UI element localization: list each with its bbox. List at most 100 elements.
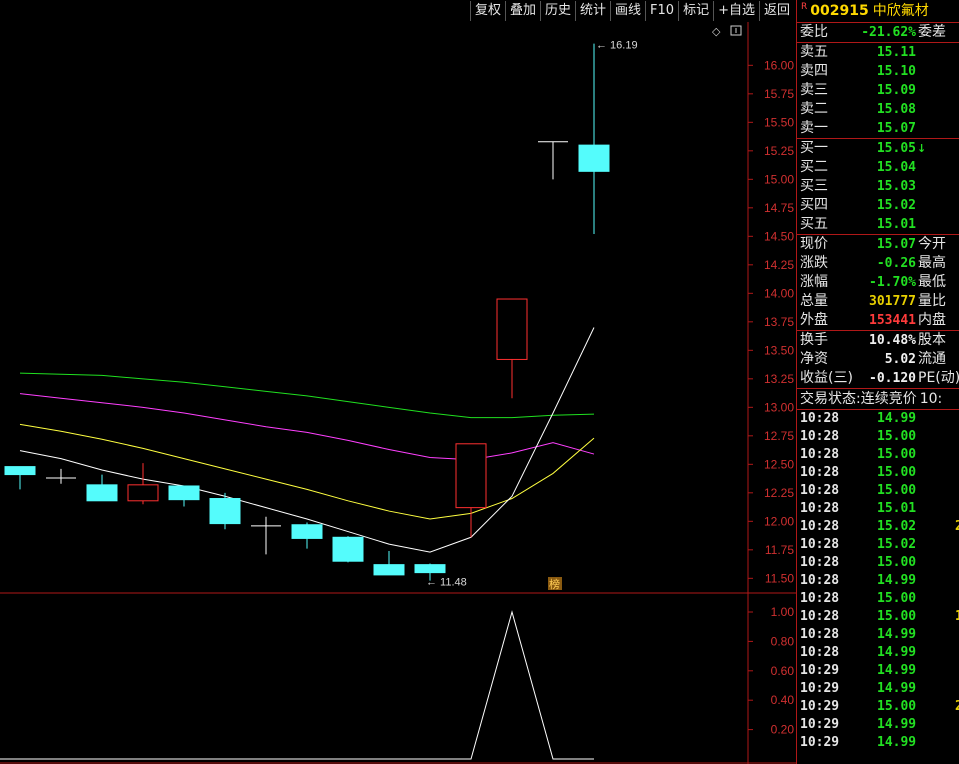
trade-price: 14.99: [877, 717, 917, 732]
trade-price: 15.00: [877, 465, 917, 480]
buys-row: 买三 15.03: [797, 177, 959, 196]
trade-row: 10:28 14.99: [797, 644, 959, 662]
sells-row: 卖五 15.11: [797, 43, 959, 62]
kline-chart[interactable]: 16.00 15.75 15.50 15.25 15.00 14.75 14.50 14.25…: [0, 22, 796, 764]
trade-row: 10:28 15.00 1: [797, 608, 959, 626]
quote-value: -0.26: [876, 256, 916, 271]
y-tick-label: 13.00: [764, 400, 794, 414]
ma-magenta-line: [19, 393, 595, 461]
trade-row: 10:28 15.00: [797, 464, 959, 482]
stock-header: R 002915 中欣氟材: [797, 0, 959, 22]
down-arrow-icon: ↓: [917, 142, 927, 155]
buys-value: 15.03: [876, 179, 916, 194]
trade-row: 10:28 15.02 2: [797, 518, 959, 536]
trade-price: 14.99: [877, 411, 917, 426]
trade-state-extra: 10:: [919, 391, 943, 407]
sells-label: 卖五: [800, 44, 828, 60]
quote-label2: 内盘: [918, 312, 946, 328]
ma-yellow-line: [19, 423, 595, 520]
toolbar-button[interactable]: 复权: [469, 1, 505, 21]
toolbar: 复权 叠加 历史 统计 画线 F10 标记 +自选 返回: [0, 0, 796, 22]
buy-book: 买一 15.05 ↓ 买二 15.04 买三 15.03 买四 15.02 买五 15.01: [797, 138, 959, 234]
candle-body: [209, 498, 241, 525]
trade-price: 15.00: [877, 555, 917, 570]
toolbar-button[interactable]: 统计: [575, 1, 610, 21]
high-label: ← 16.19: [596, 40, 638, 52]
fund-label: 换手: [800, 332, 828, 348]
fund-row: 净资 5.02 流通: [797, 350, 959, 369]
sells-row: 卖一 15.07: [797, 119, 959, 138]
ma-green-line: [19, 372, 595, 419]
buys-label: 买三: [800, 178, 828, 194]
trade-list[interactable]: 10:28 14.99 10:28 15.00 10:28 15.00 10:28 15.00…: [797, 410, 959, 752]
quote-label: 涨跌: [800, 255, 828, 271]
trade-state: 交易状态:连续竞价 10:: [797, 388, 959, 410]
trade-row: 10:28 15.00: [797, 554, 959, 572]
quote-row: 外盘 153441 内盘: [797, 311, 959, 330]
sell-book: 卖五 15.11 卖四 15.10 卖三 15.09 卖二 15.08 卖一 15.07: [797, 42, 959, 138]
y-tick-label: 12.50: [764, 457, 794, 471]
buys-row: 买五 15.01: [797, 215, 959, 234]
r-badge: R: [801, 2, 808, 12]
candle-body: [127, 484, 159, 502]
toolbar-button[interactable]: +自选: [713, 1, 759, 21]
y-tick-label: 14.50: [764, 229, 794, 243]
trade-row: 10:28 15.00: [797, 428, 959, 446]
trade-time: 10:28: [800, 591, 840, 606]
trade-time: 10:28: [800, 555, 840, 570]
candle-body: [332, 536, 364, 562]
weicha-label: 委差: [918, 24, 946, 40]
y-tick-label: 14.25: [764, 258, 794, 272]
toolbar-button[interactable]: 历史: [539, 1, 575, 21]
trade-row: 10:29 14.99: [797, 662, 959, 680]
indicator-line: [0, 610, 594, 760]
trade-time: 10:28: [800, 447, 840, 462]
candle-body: [578, 144, 610, 172]
low-label: ← 11.48: [426, 577, 467, 589]
y-tick-label: 11.50: [765, 571, 794, 585]
candle-body: [168, 485, 200, 501]
y-tick-label: 15.00: [764, 172, 794, 186]
buys-row: 买四 15.02: [797, 196, 959, 215]
sells-row: 卖四 15.10: [797, 62, 959, 81]
quote-label2: 最低: [918, 274, 946, 290]
trade-time: 10:29: [800, 699, 840, 714]
buys-label: 买五: [800, 216, 828, 232]
quote-row: 涨跌 -0.26 最高: [797, 254, 959, 273]
quote-label: 涨幅: [800, 274, 828, 290]
quote-label: 现价: [800, 236, 828, 252]
sells-row: 卖三 15.09: [797, 81, 959, 100]
ind-y-tick-label: 0.80: [771, 634, 795, 648]
trade-row: 10:28 15.00: [797, 482, 959, 500]
toolbar-button[interactable]: 叠加: [504, 1, 540, 21]
weibi-row: 委比 -21.62% 委差: [797, 22, 959, 42]
y-tick-label: 11.75: [765, 543, 794, 557]
y-tick-label: 15.75: [764, 87, 794, 101]
toolbar-button[interactable]: 标记: [678, 1, 713, 21]
y-tick-label: 12.00: [764, 514, 794, 528]
fund-label2: PE(动): [918, 370, 959, 386]
trade-price: 14.99: [877, 735, 917, 750]
fund-label2: 股本: [918, 332, 946, 348]
trade-price: 14.99: [877, 573, 917, 588]
fund-label: 净资: [800, 351, 828, 367]
stock-name: 中欣氟材: [872, 3, 929, 19]
trade-time: 10:28: [800, 429, 840, 444]
fund-row: 换手 10.48% 股本: [797, 331, 959, 350]
buys-row: 买二 15.04: [797, 158, 959, 177]
trade-time: 10:29: [800, 681, 840, 696]
trade-row: 10:29 15.00 2: [797, 698, 959, 716]
candle-body: [496, 298, 528, 360]
toolbar-button[interactable]: 画线: [610, 1, 645, 21]
fund-value: 5.02: [884, 352, 916, 367]
sells-value: 15.09: [876, 83, 916, 98]
toolbar-button[interactable]: F10: [645, 1, 678, 21]
trade-time: 10:28: [800, 627, 840, 642]
toolbar-button[interactable]: 返回: [758, 1, 794, 21]
sells-value: 15.08: [876, 102, 916, 117]
quote-value: 15.07: [876, 237, 916, 252]
candle-body: [414, 564, 446, 574]
trade-time: 10:28: [800, 609, 840, 624]
ind-y-tick-label: 1.00: [771, 605, 795, 619]
trade-time: 10:28: [800, 411, 840, 426]
